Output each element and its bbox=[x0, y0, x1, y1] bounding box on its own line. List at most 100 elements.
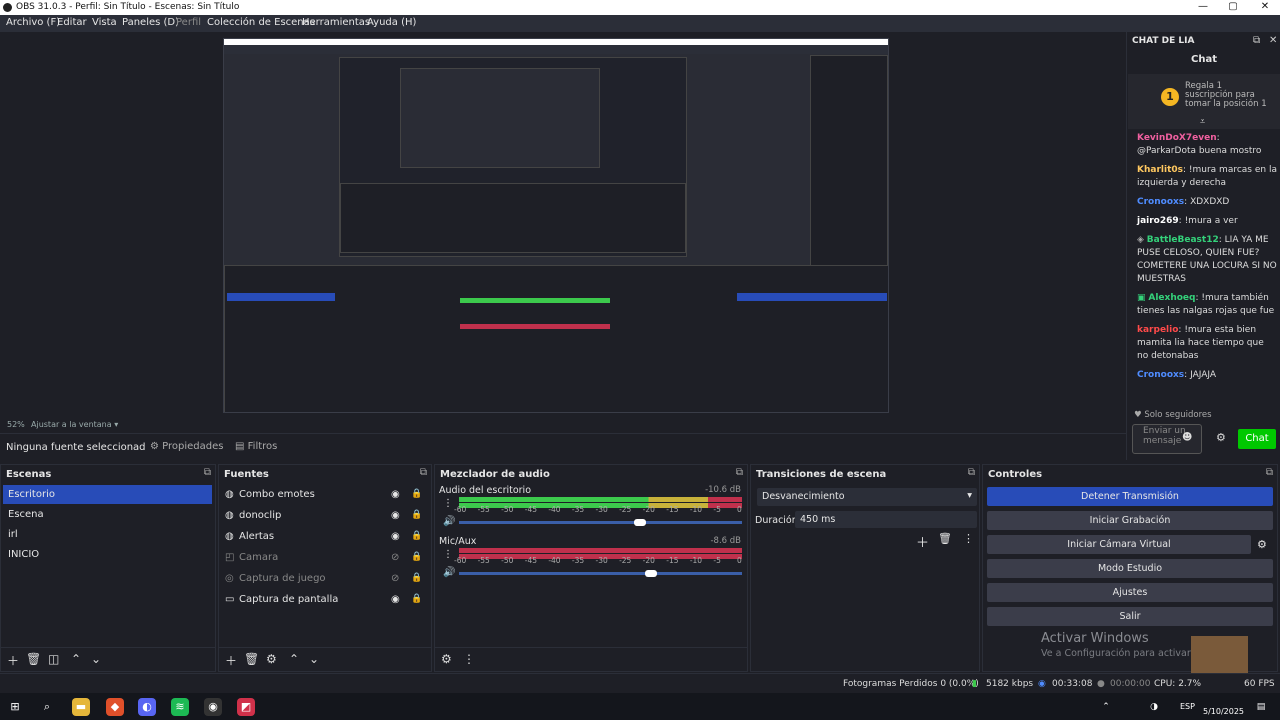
lock-icon[interactable]: 🔒 bbox=[411, 531, 422, 541]
float-icon[interactable]: ⧉ bbox=[420, 467, 427, 478]
add-icon[interactable]: ＋ bbox=[7, 652, 19, 669]
fit-dropdown[interactable]: Ajustar a la ventana ▾ bbox=[31, 420, 118, 429]
volume-fader[interactable] bbox=[459, 570, 742, 577]
exit-button[interactable]: Salir bbox=[987, 607, 1273, 626]
trash-icon[interactable]: 🗑 bbox=[244, 652, 259, 666]
filters-button[interactable]: ▤ Filtros bbox=[235, 441, 277, 452]
discord-icon[interactable]: ◐ bbox=[138, 698, 156, 716]
scale-tick: -60 bbox=[454, 556, 467, 565]
file-explorer-icon[interactable]: ▬ bbox=[72, 698, 90, 716]
close-icon[interactable]: ✕ bbox=[1250, 1, 1280, 12]
fader-knob[interactable] bbox=[645, 570, 657, 577]
source-item[interactable]: ◎ Captura de juego ⊘ 🔒 bbox=[225, 570, 430, 589]
source-item[interactable]: ▭ Captura de pantalla ◉ 🔒 bbox=[225, 591, 430, 610]
advanced-audio-icon[interactable]: ⚙ bbox=[441, 652, 452, 666]
move-up-icon[interactable]: ⌃ bbox=[289, 652, 299, 666]
menu-herramientas[interactable]: Herramientas bbox=[302, 17, 370, 28]
start-recording-button[interactable]: Iniciar Grabación bbox=[987, 511, 1273, 530]
float-icon[interactable]: ⧉ bbox=[736, 467, 743, 478]
float-icon[interactable]: ⧉ bbox=[204, 467, 211, 478]
move-down-icon[interactable]: ⌄ bbox=[91, 652, 101, 666]
menu-archivo[interactable]: Archivo (F) bbox=[6, 17, 60, 28]
speaker-icon[interactable]: 🔊 bbox=[443, 567, 455, 578]
float-icon[interactable]: ⧉ bbox=[1266, 467, 1273, 478]
chat-send-button[interactable]: Chat bbox=[1238, 429, 1276, 449]
chat-settings-icon[interactable]: ⚙ bbox=[1216, 431, 1226, 444]
float-icon[interactable]: ⧉ bbox=[1253, 35, 1260, 46]
filter-icon[interactable]: ◫ bbox=[48, 652, 59, 666]
pinned-gift-banner[interactable]: 1 Regala 1 suscripción para tomar la pos… bbox=[1128, 74, 1280, 129]
scale-tick: -55 bbox=[477, 556, 490, 565]
brave-browser-icon[interactable]: ◆ bbox=[106, 698, 124, 716]
menu-paneles[interactable]: Paneles (D) bbox=[122, 17, 179, 28]
transition-select[interactable]: Desvanecimiento ▾ bbox=[757, 488, 977, 506]
tray-arrow-icon[interactable]: ⌃ bbox=[1097, 698, 1115, 716]
search-icon[interactable]: ⌕ bbox=[38, 698, 56, 716]
settings-button[interactable]: Ajustes bbox=[987, 583, 1273, 602]
menu-ayuda[interactable]: Ayuda (H) bbox=[367, 17, 416, 28]
eye-hidden-icon[interactable]: ⊘ bbox=[391, 573, 399, 584]
source-item[interactable]: ◰ Camara ⊘ 🔒 bbox=[225, 549, 430, 568]
lock-icon[interactable]: 🔒 bbox=[411, 552, 422, 562]
add-icon[interactable]: ＋ bbox=[916, 532, 929, 551]
menu-editar[interactable]: Editar bbox=[57, 17, 87, 28]
menu-vista[interactable]: Vista bbox=[92, 17, 117, 28]
eye-icon[interactable]: ◉ bbox=[391, 510, 400, 521]
trash-icon[interactable]: 🗑 bbox=[938, 532, 952, 545]
lock-icon[interactable]: 🔒 bbox=[411, 573, 422, 583]
maximize-icon[interactable]: ▢ bbox=[1218, 1, 1248, 12]
add-icon[interactable]: ＋ bbox=[225, 652, 237, 669]
properties-button[interactable]: ⚙ Propiedades bbox=[150, 441, 223, 452]
app-icon[interactable]: ◩ bbox=[237, 698, 255, 716]
expand-icon[interactable]: ⩡ bbox=[1200, 117, 1205, 127]
kebab-icon[interactable]: ⋮ bbox=[463, 652, 475, 666]
start-virtual-camera-button[interactable]: Iniciar Cámara Virtual bbox=[987, 535, 1251, 554]
lock-icon[interactable]: 🔒 bbox=[411, 594, 422, 604]
windows-start-icon[interactable]: ⊞ bbox=[6, 698, 24, 716]
eye-hidden-icon[interactable]: ⊘ bbox=[391, 552, 399, 563]
float-icon[interactable]: ⧉ bbox=[968, 467, 975, 478]
close-dock-icon[interactable]: ✕ bbox=[1269, 35, 1277, 46]
gear-icon[interactable]: ⚙ bbox=[1257, 538, 1267, 551]
spotify-icon[interactable]: ≋ bbox=[171, 698, 189, 716]
obs-taskbar-icon[interactable]: ◉ bbox=[204, 698, 222, 716]
mixer-toolbar: ⚙ ⋮ bbox=[435, 647, 747, 671]
volume-fader[interactable] bbox=[459, 519, 742, 526]
stop-stream-button[interactable]: Detener Transmisión bbox=[987, 487, 1273, 506]
gear-icon[interactable]: ⚙ bbox=[266, 652, 277, 666]
menu-perfil[interactable]: Perfil bbox=[176, 17, 201, 28]
scene-item[interactable]: Escena bbox=[3, 505, 212, 524]
eye-icon[interactable]: ◉ bbox=[391, 531, 400, 542]
preview-canvas[interactable] bbox=[223, 38, 889, 413]
emote-picker-icon[interactable]: ☻ bbox=[1182, 432, 1192, 443]
source-item[interactable]: ◍ Combo emotes ◉ 🔒 bbox=[225, 486, 430, 505]
kebab-icon[interactable]: ⋮ bbox=[443, 498, 453, 509]
minimize-icon[interactable]: — bbox=[1188, 1, 1218, 12]
eye-icon[interactable]: ◉ bbox=[391, 594, 400, 605]
source-item[interactable]: ◍ Alertas ◉ 🔒 bbox=[225, 528, 430, 547]
lock-icon[interactable]: 🔒 bbox=[411, 489, 422, 499]
kebab-icon[interactable]: ⋮ bbox=[963, 532, 974, 545]
source-item[interactable]: ◍ donoclip ◉ 🔒 bbox=[225, 507, 430, 526]
nested-bottom-docks bbox=[224, 265, 888, 412]
move-down-icon[interactable]: ⌄ bbox=[309, 652, 319, 666]
menu-coleccion[interactable]: Colección de Escenas bbox=[207, 17, 315, 28]
eye-icon[interactable]: ◉ bbox=[391, 489, 400, 500]
duration-spinbox[interactable]: 450 ms bbox=[795, 511, 977, 528]
move-up-icon[interactable]: ⌃ bbox=[71, 652, 81, 666]
studio-mode-button[interactable]: Modo Estudio bbox=[987, 559, 1273, 578]
scene-item[interactable]: irl bbox=[3, 525, 212, 544]
notification-icon[interactable]: ▤ bbox=[1252, 698, 1270, 716]
fader-knob[interactable] bbox=[634, 519, 646, 526]
kebab-icon[interactable]: ⋮ bbox=[443, 549, 453, 560]
clock-date[interactable]: 5/10/2025 bbox=[1203, 707, 1244, 716]
trash-icon[interactable]: 🗑 bbox=[26, 652, 41, 666]
language-indicator[interactable]: ESP bbox=[1180, 702, 1195, 711]
scene-item[interactable]: INICIO bbox=[3, 545, 212, 564]
lock-icon[interactable]: 🔒 bbox=[411, 510, 422, 520]
volume-tray-icon[interactable]: ◑ bbox=[1145, 698, 1163, 716]
globe-icon: ◍ bbox=[225, 510, 234, 521]
speaker-icon[interactable]: 🔊 bbox=[443, 516, 455, 527]
scene-item[interactable]: Escritorio bbox=[3, 485, 212, 504]
activate-windows-subtext: Ve a Configuración para activar W bbox=[1041, 648, 1204, 659]
